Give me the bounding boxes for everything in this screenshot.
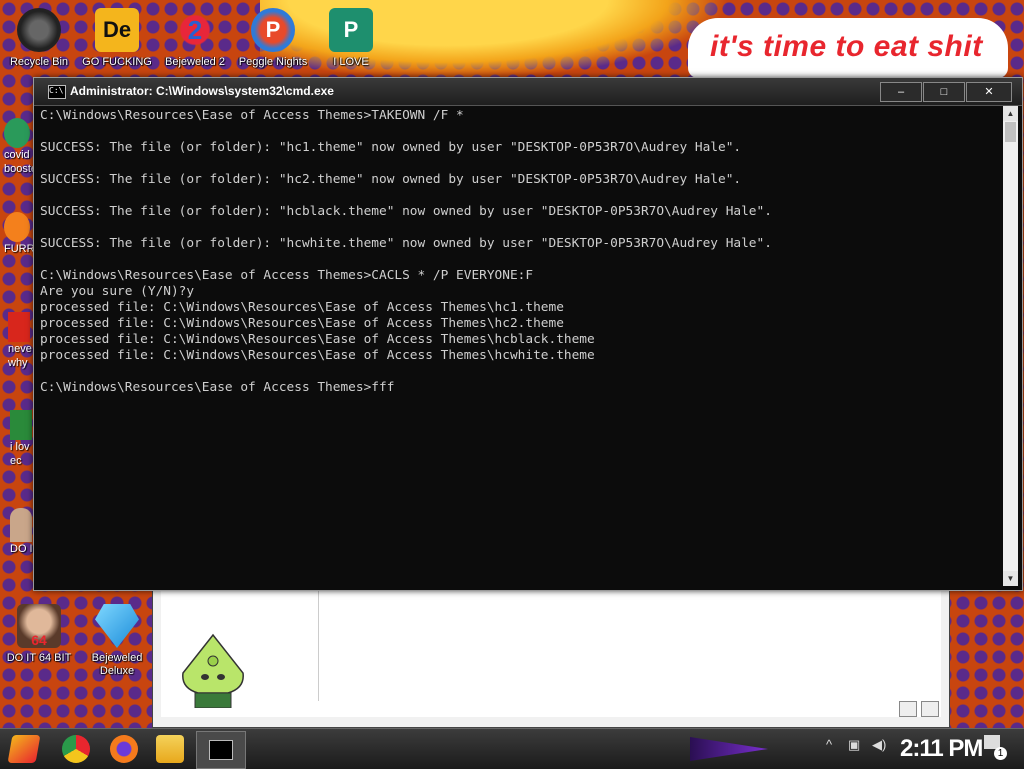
console-line: C:\Windows\Resources\Ease of Access Them… (40, 108, 464, 123)
cmd-window[interactable]: C:\ Administrator: C:\Windows\system32\c… (33, 77, 1023, 591)
console-output[interactable]: C:\Windows\Resources\Ease of Access Them… (40, 108, 998, 584)
notification-badge: 1 (994, 747, 1007, 760)
chrome-icon[interactable] (62, 735, 90, 763)
scroll-thumb[interactable] (1005, 122, 1016, 142)
desktop-icon-label: I LOVE (333, 56, 369, 68)
desktop-icon-bejeweled-2[interactable]: 2 Bejeweled 2 (160, 8, 230, 69)
cmd-app-icon: C:\ (48, 85, 66, 99)
speech-text: it's time to eat shit (710, 30, 983, 63)
console-line: C:\Windows\Resources\Ease of Access Them… (40, 380, 395, 395)
notifications-icon[interactable]: 1 (984, 735, 1007, 760)
console-line: SUCCESS: The file (or folder): "hcwhite.… (40, 236, 772, 251)
console-line: processed file: C:\Windows\Resources\Eas… (40, 332, 595, 347)
partial-icon-furr[interactable]: FURR (4, 212, 35, 256)
partial-icon-do-it[interactable]: DO I (10, 508, 33, 556)
desktop-icon-recycle-bin[interactable]: Recycle Bin (4, 8, 74, 69)
cmd-icon (209, 740, 233, 760)
file-explorer-icon[interactable] (156, 735, 184, 763)
desktop-icon-i-love[interactable]: P I LOVE (316, 8, 386, 69)
cmd-titlebar[interactable]: C:\ Administrator: C:\Windows\system32\c… (34, 78, 1022, 106)
taskbar-decoration (690, 737, 768, 761)
recycle-bin-icon (17, 8, 61, 52)
partial-icon-image (10, 410, 32, 440)
partial-icon-image (4, 212, 30, 242)
partial-icon-label: FURR (4, 243, 35, 255)
peggle-icon: P (251, 8, 295, 52)
console-line: processed file: C:\Windows\Resources\Eas… (40, 348, 595, 363)
console-line: SUCCESS: The file (or folder): "hc1.them… (40, 140, 742, 155)
console-line: C:\Windows\Resources\Ease of Access Them… (40, 268, 534, 283)
portrait-icon: 64 (17, 604, 61, 648)
peridot-image (173, 633, 253, 709)
diamond-icon (95, 604, 139, 648)
scroll-up-icon[interactable]: ▲ (1003, 106, 1018, 121)
network-icon[interactable]: ▣ (848, 737, 860, 753)
show-hidden-icons-icon[interactable]: ^ (826, 737, 832, 752)
preview-pane-icon[interactable] (921, 701, 939, 717)
console-line: processed file: C:\Windows\Resources\Eas… (40, 316, 564, 331)
de-app-icon: De (95, 8, 139, 52)
vertical-scrollbar[interactable]: ▲ ▼ (1003, 106, 1018, 586)
console-line: SUCCESS: The file (or folder): "hc2.them… (40, 172, 742, 187)
window-controls: – □ ✕ (880, 82, 1012, 102)
partial-icon-label: DO I (10, 543, 33, 555)
cmd-title: Administrator: C:\Windows\system32\cmd.e… (70, 84, 334, 98)
console-line: processed file: C:\Windows\Resources\Eas… (40, 300, 564, 315)
desktop-icon-go-fucking[interactable]: De GO FUCKING (82, 8, 152, 69)
desktop-icon-do-it-64-bit[interactable]: 64 DO IT 64 BIT (4, 604, 74, 665)
partial-icon-image (10, 508, 32, 542)
desktop-icon-label: Peggle Nights (238, 56, 308, 68)
console-line: SUCCESS: The file (or folder): "hcblack.… (40, 204, 772, 219)
taskbar-cmd-active[interactable] (196, 731, 246, 769)
partial-icon-i-love[interactable]: i lov ec (10, 410, 32, 468)
desktop-icon-bejeweled-deluxe[interactable]: Bejeweled Deluxe (82, 604, 152, 678)
pane-divider[interactable] (318, 589, 319, 701)
volume-icon[interactable]: ◀) (872, 737, 886, 753)
firefox-icon[interactable] (110, 735, 138, 763)
close-button[interactable]: ✕ (966, 82, 1012, 102)
desktop-icon-label: Recycle Bin (9, 56, 69, 68)
partial-icon-label: i lov ec (10, 441, 30, 467)
background-window[interactable] (152, 580, 950, 728)
console-line: Are you sure (Y/N)?y (40, 284, 195, 299)
desktop-icon-label: GO FUCKING (82, 56, 152, 68)
desktop-icon-label: Bejeweled Deluxe (91, 652, 143, 677)
taskbar-clock[interactable]: 2:11 PM (900, 735, 983, 763)
wallpaper-speech-bubble: it's time to eat shit (688, 18, 1008, 78)
desktop-icon-label: Bejeweled 2 (165, 56, 225, 68)
background-window-pane (161, 589, 941, 717)
publisher-icon: P (329, 8, 373, 52)
start-logo-icon[interactable] (7, 735, 41, 763)
scroll-down-icon[interactable]: ▼ (1003, 571, 1018, 586)
maximize-button[interactable]: □ (923, 82, 965, 102)
partial-icon-never[interactable]: neve why (8, 312, 32, 370)
partial-icon-image (4, 118, 30, 148)
bejeweled-2-icon: 2 (173, 8, 217, 52)
desktop-icon-peggle-nights[interactable]: P Peggle Nights (238, 8, 308, 69)
partial-icon-label: neve why (8, 343, 32, 369)
desktop-icon-label: DO IT 64 BIT (6, 652, 72, 664)
minimize-button[interactable]: – (880, 82, 922, 102)
details-view-icon[interactable] (899, 701, 917, 717)
partial-icon-image (8, 312, 30, 342)
taskbar: ^ ▣ ◀) 2:11 PM 1 (0, 728, 1024, 769)
